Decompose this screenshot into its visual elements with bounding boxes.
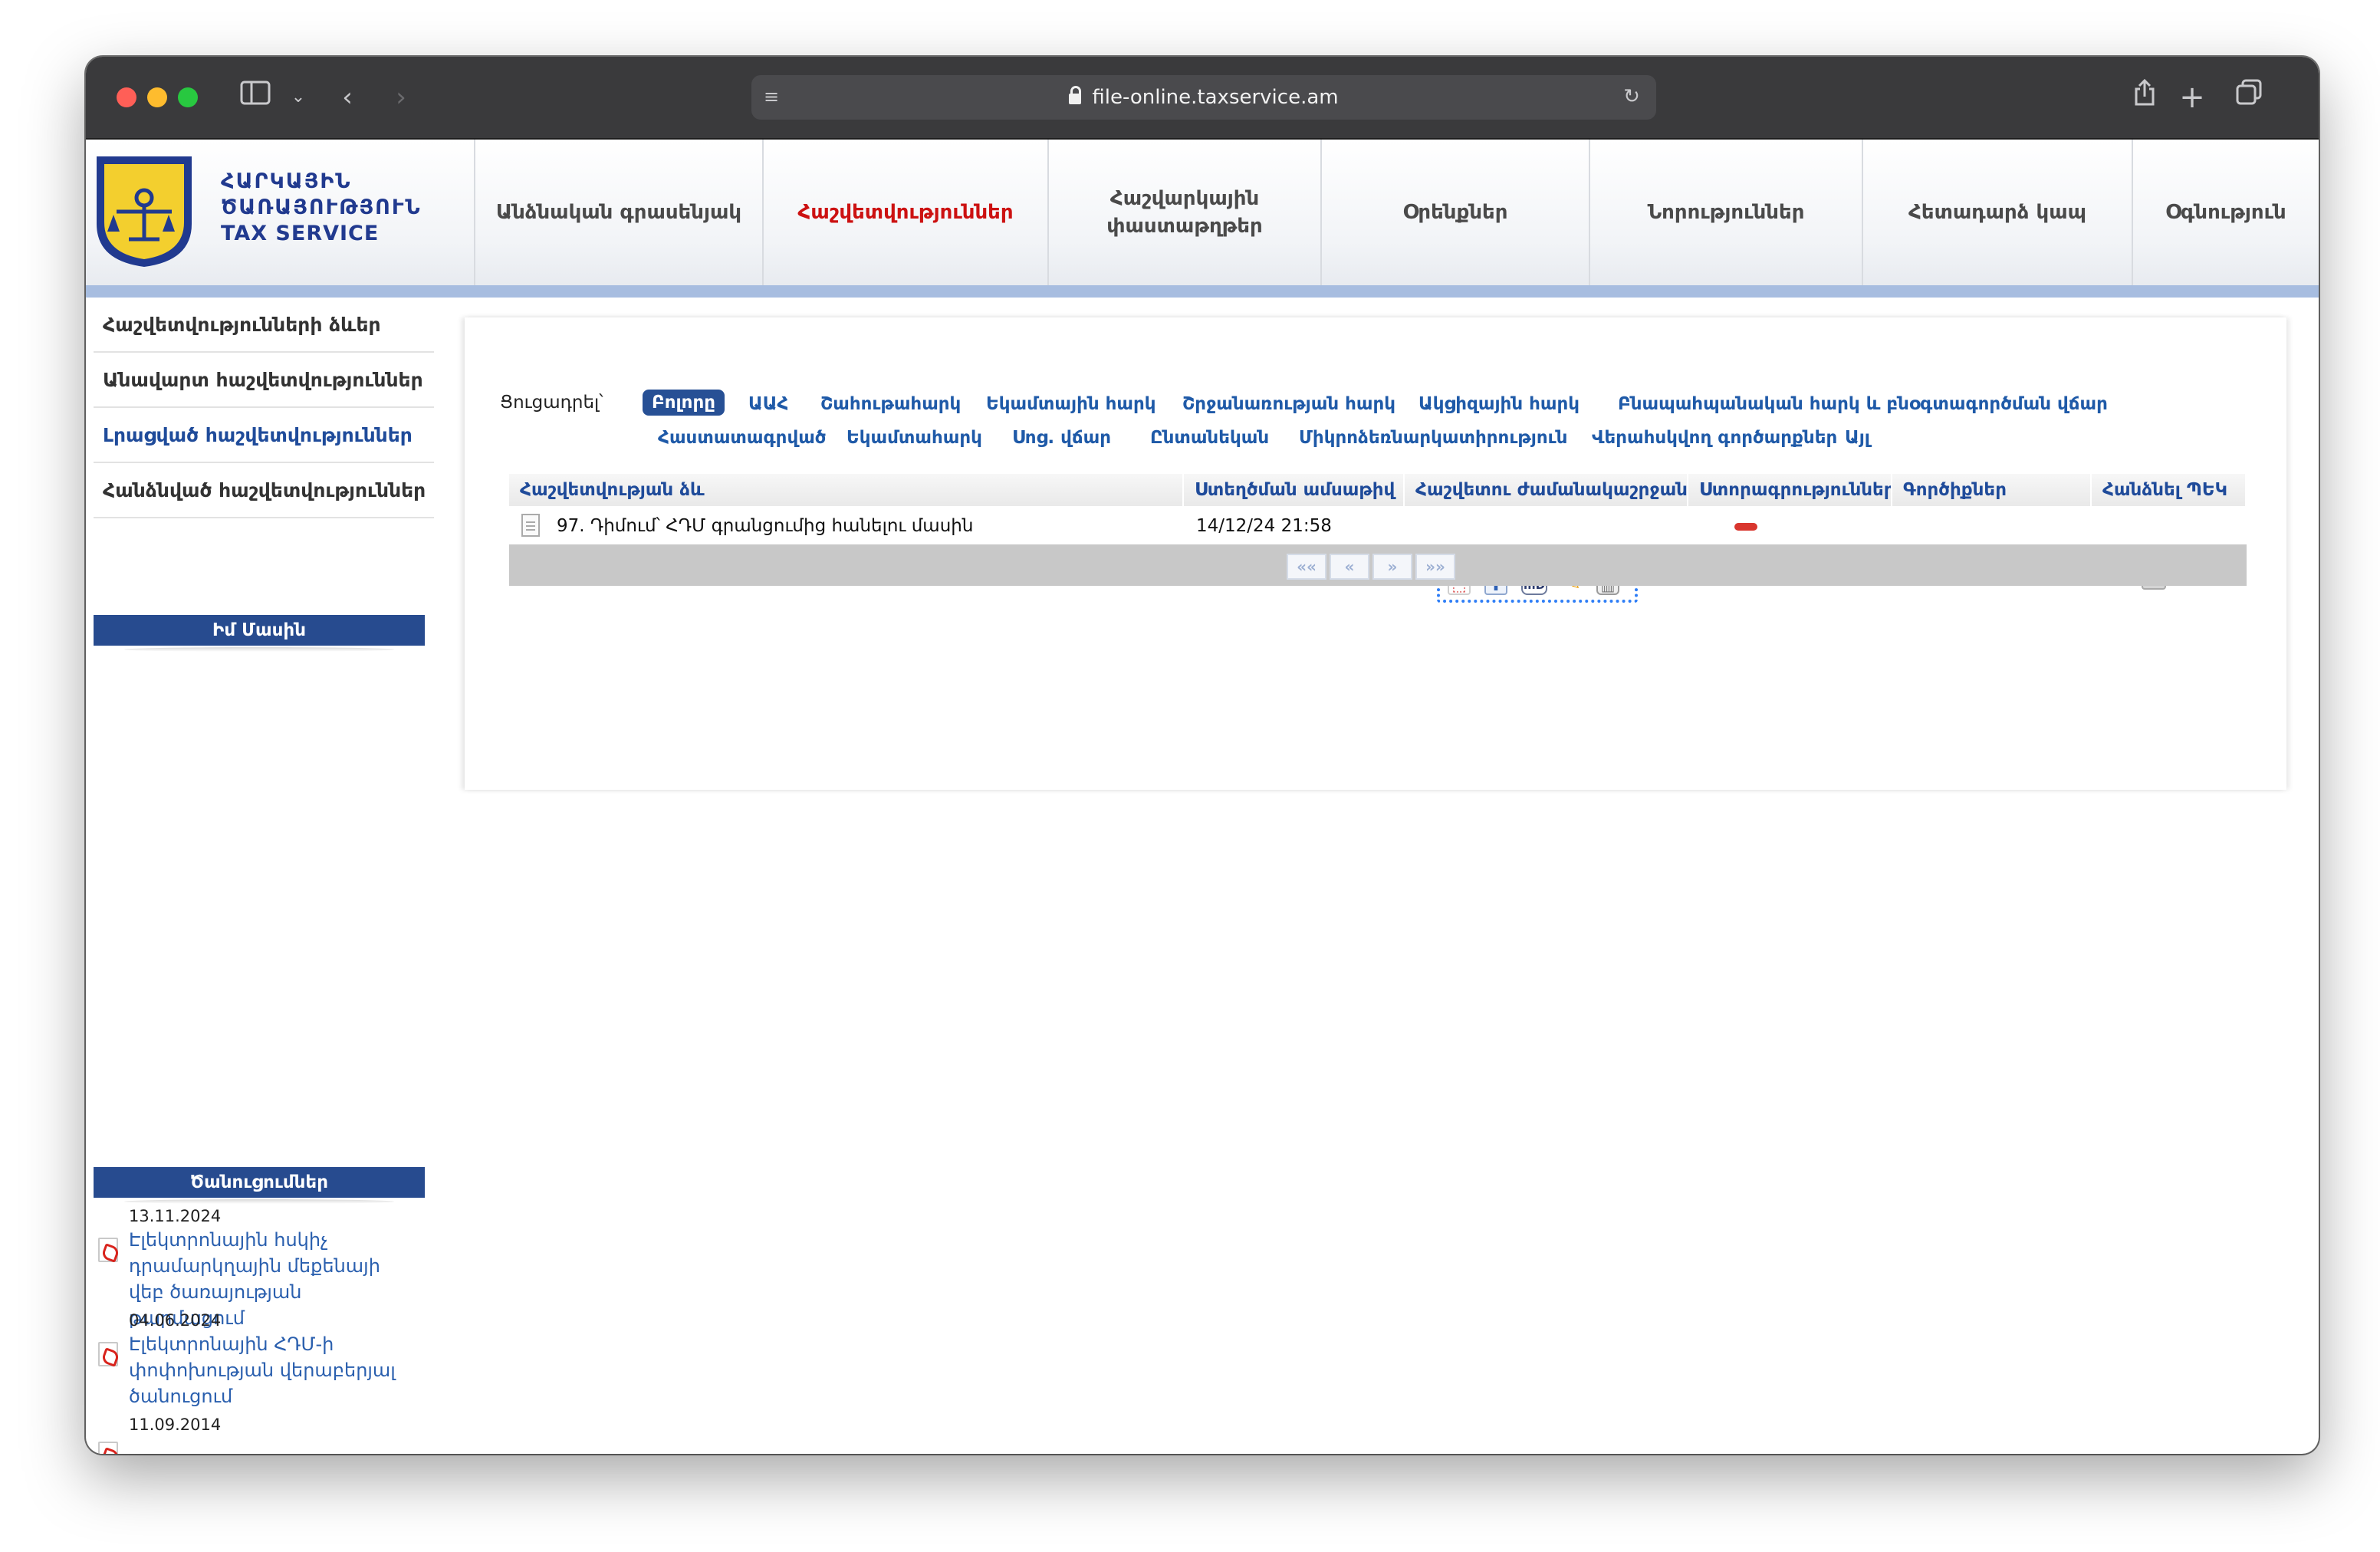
- announcement-date: 04.06.2024: [129, 1311, 222, 1330]
- previous-page-button[interactable]: «: [1330, 554, 1369, 580]
- filter-income-tax-2[interactable]: Եկամտահարկ: [846, 428, 982, 448]
- filter-income-tax[interactable]: Եկամտային հարկ: [986, 394, 1156, 414]
- pdf-icon[interactable]: [98, 1238, 118, 1262]
- nav-help[interactable]: Օգնություն: [2132, 140, 2319, 285]
- about-me-heading[interactable]: Իմ Մասին: [94, 615, 425, 652]
- announcements-heading: Ծանուցումներ: [94, 1167, 425, 1204]
- left-sidebar: Հաշվետվությունների ձևեր Անավարտ հաշվետվո…: [94, 298, 434, 518]
- nav-accounting-documents[interactable]: Հաշվարկային փաստաթղթեր: [1047, 140, 1320, 285]
- filter-other[interactable]: Այլ: [1845, 428, 1870, 448]
- chevron-down-icon[interactable]: ⌄: [279, 78, 317, 117]
- logo-line-armenian-1: ՀԱՐԿԱՅԻՆ: [221, 169, 352, 193]
- pdf-icon[interactable]: [98, 1342, 118, 1366]
- pdf-icon[interactable]: [98, 1442, 118, 1454]
- first-page-button[interactable]: ««: [1287, 554, 1326, 580]
- column-header-period[interactable]: Հաշվետու ժամանակաշրջան: [1405, 474, 1688, 506]
- pagination-bar: «« « » »»: [509, 544, 2247, 586]
- forward-icon[interactable]: ›: [382, 78, 420, 117]
- browser-window: ⌄ ‹ › ≡ file-online.taxservice.am ↻ + ՀԱ…: [86, 57, 2319, 1454]
- signature-status-icon: [1734, 523, 1757, 531]
- cell-created: 14/12/24 21:58: [1196, 516, 1332, 536]
- filter-label: Ցուցադրել՝: [500, 393, 603, 413]
- filter-turnover-tax[interactable]: Շրջանառության հարկ: [1182, 394, 1395, 414]
- nav-laws[interactable]: Օրենքներ: [1320, 140, 1589, 285]
- logo-line-armenian-2: ԾԱՌԱՅՈՒԹՅՈՒՆ: [221, 196, 422, 219]
- column-header-tools: Գործիքներ: [1892, 474, 2092, 506]
- minimize-window-button[interactable]: [147, 87, 167, 107]
- site-header: ՀԱՐԿԱՅԻՆ ԾԱՌԱՅՈՒԹՅՈՒՆ TAX SERVICE Անձնակ…: [86, 140, 2319, 285]
- filter-micro-business[interactable]: Միկրոձեռնարկատիրություն: [1299, 428, 1567, 448]
- filter-all[interactable]: Բոլորը: [643, 390, 725, 416]
- filter-controlled-transactions[interactable]: Վերահսկվող գործարքներ: [1592, 428, 1837, 448]
- filter-fixed[interactable]: Հաստատագրված: [658, 428, 826, 448]
- filter-social-payment[interactable]: Սոց. վճար: [1012, 428, 1111, 448]
- share-icon[interactable]: [2125, 78, 2164, 117]
- column-header-form[interactable]: Հաշվետվության ձև: [509, 474, 1184, 506]
- tax-service-emblem[interactable]: [94, 153, 195, 268]
- filter-environmental-tax[interactable]: Բնապահպանական հարկ և բնօգտագործման վճար: [1618, 394, 2108, 414]
- sidebar-item-report-forms[interactable]: Հաշվետվությունների ձևեր: [94, 298, 434, 353]
- close-window-button[interactable]: [117, 87, 136, 107]
- logo-line-english: TAX SERVICE: [221, 222, 380, 245]
- sidebar-item-unfinished-reports[interactable]: Անավարտ հաշվետվություններ: [94, 353, 434, 408]
- tab-overview-icon[interactable]: [2230, 78, 2268, 117]
- sidebar-item-completed-reports[interactable]: Լրացված հաշվետվություններ: [94, 408, 434, 463]
- column-header-submit: Հանձնել ՊԵԿ: [2092, 474, 2247, 506]
- back-icon[interactable]: ‹: [328, 78, 367, 117]
- nav-personal-office[interactable]: Անձնական գրասենյակ: [474, 140, 762, 285]
- nav-feedback[interactable]: Հետադարձ կապ: [1862, 140, 2132, 285]
- column-header-signatures[interactable]: Ստորագրություններ: [1688, 474, 1892, 506]
- reload-icon[interactable]: ↻: [1615, 80, 1649, 113]
- cell-form[interactable]: 97. Դիմում՝ ՀԴՄ գրանցումից հանելու մասին: [557, 508, 973, 544]
- nav-reports[interactable]: Հաշվետվություններ: [762, 140, 1047, 285]
- nav-news[interactable]: Նորություններ: [1589, 140, 1862, 285]
- sidebar-toggle-icon[interactable]: [236, 78, 274, 117]
- announcement-link[interactable]: Էլեկտրոնային ՀԴՄ-ի փոփոխության վերաբերյա…: [129, 1331, 420, 1409]
- table-row[interactable]: 97. Դիմում՝ ՀԴՄ գրանցումից հանելու մասին…: [509, 508, 2247, 544]
- filter-excise-tax[interactable]: Ակցիզային հարկ: [1418, 394, 1580, 414]
- header-divider: [86, 285, 2319, 298]
- sidebar-item-submitted-reports[interactable]: Հանձնված հաշվետվություններ: [94, 463, 434, 518]
- url-field[interactable]: file-online.taxservice.am: [751, 75, 1656, 120]
- new-tab-icon[interactable]: +: [2173, 78, 2211, 117]
- address-bar[interactable]: ≡ file-online.taxservice.am ↻: [751, 75, 1656, 120]
- filter-vat[interactable]: ԱԱՀ: [748, 394, 788, 414]
- last-page-button[interactable]: »»: [1415, 554, 1455, 580]
- column-header-created[interactable]: Ստեղծման ամսաթիվ: [1184, 474, 1405, 506]
- announcement-date: 11.09.2014: [129, 1416, 222, 1434]
- browser-toolbar: ⌄ ‹ › ≡ file-online.taxservice.am ↻ +: [86, 57, 2319, 140]
- document-icon: [521, 514, 540, 537]
- url-text: file-online.taxservice.am: [1092, 86, 1339, 109]
- site-logo-text[interactable]: ՀԱՐԿԱՅԻՆ ԾԱՌԱՅՈՒԹՅՈՒՆ TAX SERVICE: [221, 169, 422, 247]
- filter-family[interactable]: Ընտանեկան: [1150, 428, 1269, 448]
- next-page-button[interactable]: »: [1372, 554, 1412, 580]
- zoom-window-button[interactable]: [178, 87, 198, 107]
- lock-icon: [1069, 86, 1082, 104]
- announcement-date: 13.11.2024: [129, 1207, 222, 1225]
- filter-profit-tax[interactable]: Շահութահարկ: [820, 394, 961, 414]
